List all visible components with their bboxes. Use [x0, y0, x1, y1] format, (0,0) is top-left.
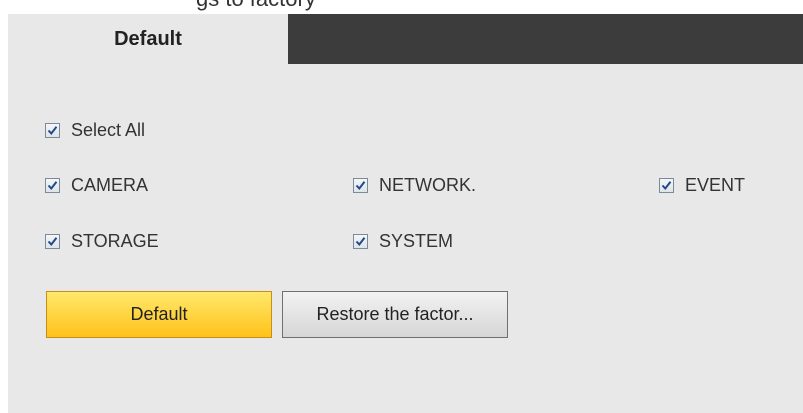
checkmark-icon [355, 181, 366, 191]
camera-checkbox[interactable] [45, 178, 60, 193]
checkmark-icon [355, 237, 366, 247]
default-button[interactable]: Default [46, 291, 272, 338]
tab-default[interactable]: Default [8, 14, 288, 64]
select-all-label: Select All [71, 120, 146, 140]
event-label: EVENT [685, 175, 746, 195]
system-checkbox[interactable] [353, 234, 368, 249]
network-checkbox[interactable] [353, 178, 368, 193]
top-strip: gs to factory [0, 0, 803, 14]
system-option[interactable]: SYSTEM [353, 231, 453, 252]
checkmark-icon [47, 126, 58, 136]
select-all-checkbox[interactable] [45, 123, 60, 138]
camera-label: CAMERA [71, 175, 149, 195]
network-label: NETWORK. [379, 175, 476, 195]
tab-bar: Default [8, 14, 803, 64]
checkmark-icon [661, 181, 672, 191]
select-all-option[interactable]: Select All [45, 120, 145, 141]
network-option[interactable]: NETWORK. [353, 175, 476, 196]
partial-heading-text: gs to factory [196, 0, 316, 12]
default-settings-panel: Default Select All CAMERA NETWORK. EVENT… [8, 14, 803, 413]
event-checkbox[interactable] [659, 178, 674, 193]
event-option[interactable]: EVENT [659, 175, 745, 196]
storage-label: STORAGE [71, 231, 159, 251]
restore-factory-button[interactable]: Restore the factor... [282, 291, 508, 338]
storage-option[interactable]: STORAGE [45, 231, 159, 252]
checkmark-icon [47, 237, 58, 247]
camera-option[interactable]: CAMERA [45, 175, 148, 196]
system-label: SYSTEM [379, 231, 454, 251]
storage-checkbox[interactable] [45, 234, 60, 249]
checkmark-icon [47, 181, 58, 191]
